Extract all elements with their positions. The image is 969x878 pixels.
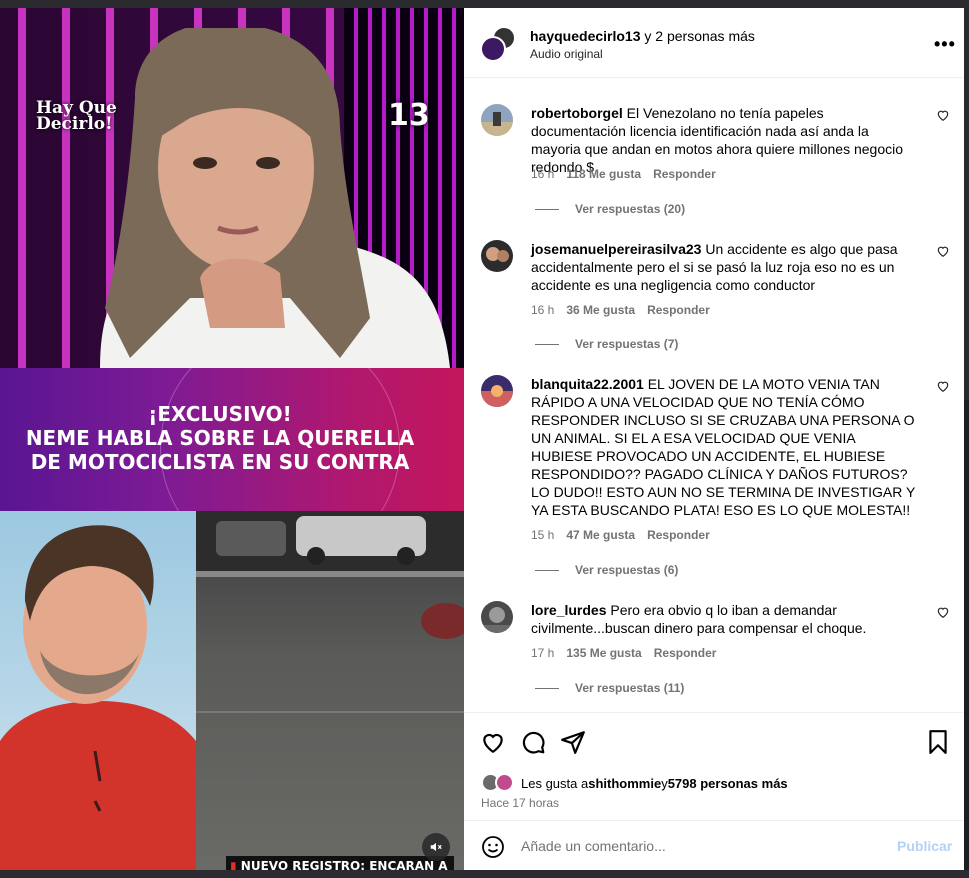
likes-summary: Les gusta a shithommie y 5798 personas m… [481, 773, 788, 793]
comment-time[interactable]: 17 h [531, 646, 554, 660]
view-replies-button[interactable]: Ver respuestas (6) [535, 563, 678, 577]
smiley-icon[interactable] [481, 835, 505, 859]
avatar[interactable] [481, 601, 513, 633]
view-replies-button[interactable]: Ver respuestas (7) [535, 337, 678, 351]
author-suffix[interactable]: y 2 personas más [641, 28, 755, 44]
author-username[interactable]: hayquedecirlo13 [530, 28, 641, 44]
likes-count[interactable]: 5798 personas más [668, 776, 788, 791]
reply-button[interactable]: Responder [647, 303, 710, 317]
comment-meta: 15 h 47 Me gusta Responder [531, 528, 722, 542]
replies-divider [535, 208, 559, 210]
heart-icon[interactable] [936, 379, 950, 393]
post-authors: hayquedecirlo13 y 2 personas más [530, 28, 755, 44]
author-avatars[interactable] [480, 26, 516, 62]
exclusive-banner: ¡EXCLUSIVO! NEME HABLA SOBRE LA QUERELLA… [0, 368, 464, 512]
heart-icon[interactable] [480, 729, 506, 755]
avatar [495, 773, 514, 792]
comment-likes[interactable]: 47 Me gusta [566, 528, 635, 542]
record-icon: ▮ [230, 859, 241, 870]
view-replies-label: Ver respuestas (20) [575, 202, 686, 216]
view-replies-label: Ver respuestas (11) [575, 681, 685, 695]
heart-icon[interactable] [936, 605, 950, 619]
comment-time[interactable]: 16 h [531, 167, 554, 181]
comment-meta: 17 h 135 Me gusta Responder [531, 646, 728, 660]
more-options-icon[interactable]: ••• [934, 34, 956, 55]
instagram-post-modal: Hay Que Decirlo! 13 ¡EXCLUSIVO! NEME HAB… [0, 0, 969, 878]
banner-line-3: DE MOTOCICLISTA EN SU CONTRA [30, 450, 410, 474]
banner-line-2: NEME HABLA SOBRE LA QUERELLA [25, 426, 415, 450]
view-replies-button[interactable]: Ver respuestas (20) [535, 202, 685, 216]
publish-button[interactable]: Publicar [897, 838, 952, 854]
comment-text: robertoborgel El Venezolano no tenía pap… [531, 104, 919, 176]
post-details-panel: hayquedecirlo13 y 2 personas más Audio o… [464, 8, 964, 870]
comment-username[interactable]: robertoborgel [531, 105, 623, 121]
comment-input[interactable] [521, 834, 881, 858]
avatar [480, 36, 506, 62]
comment-likes[interactable]: 135 Me gusta [566, 646, 641, 660]
replies-divider [535, 687, 559, 689]
send-icon[interactable] [560, 729, 586, 755]
replies-divider [535, 343, 559, 345]
show-logo: Hay Que Decirlo! [36, 98, 117, 134]
comment-text: josemanuelpereirasilva23 Un accidente es… [531, 240, 919, 294]
comment-time[interactable]: 15 h [531, 528, 554, 542]
comment-likes[interactable]: 36 Me gusta [566, 303, 635, 317]
post-time[interactable]: Hace 17 horas [481, 796, 559, 810]
comment-text: blanquita22.2001 EL JOVEN DE LA MOTO VEN… [531, 375, 919, 519]
street-video: ▮ NUEVO REGISTRO: ENCARAN A [196, 511, 464, 870]
view-replies-label: Ver respuestas (7) [575, 337, 679, 351]
post-actions: Les gusta a shithommie y 5798 personas m… [464, 712, 964, 820]
avatar[interactable] [481, 240, 513, 272]
comment-content: EL JOVEN DE LA MOTO VENIA TAN RÁPIDO A U… [531, 376, 916, 518]
studio-frame: Hay Que Decirlo! 13 [0, 8, 464, 368]
view-replies-button[interactable]: Ver respuestas (11) [535, 681, 684, 695]
comment-composer: Publicar [464, 820, 964, 870]
video-caption: ▮ NUEVO REGISTRO: ENCARAN A [226, 856, 454, 870]
post-header: hayquedecirlo13 y 2 personas más Audio o… [464, 8, 964, 78]
replies-divider [535, 569, 559, 571]
audio-label[interactable]: Audio original [530, 47, 603, 61]
comment-username[interactable]: josemanuelpereirasilva23 [531, 241, 701, 257]
avatar[interactable] [481, 104, 513, 136]
comments-list[interactable]: robertoborgel El Venezolano no tenía pap… [464, 78, 964, 712]
comment-meta: 16 h 36 Me gusta Responder [531, 303, 722, 317]
liker-username[interactable]: shithommie [588, 776, 661, 791]
reply-button[interactable]: Responder [653, 167, 716, 181]
mute-button[interactable] [422, 833, 450, 861]
view-replies-label: Ver respuestas (6) [575, 563, 679, 577]
channel-logo: 13 [388, 98, 430, 133]
comment-icon[interactable] [520, 729, 546, 755]
background-feed-bottom [0, 870, 969, 878]
banner-line-1: ¡EXCLUSIVO! [148, 402, 292, 426]
heart-icon[interactable] [936, 244, 950, 258]
comment-time[interactable]: 16 h [531, 303, 554, 317]
comment-likes[interactable]: 118 Me gusta [566, 167, 641, 181]
guest-image [0, 511, 196, 870]
presenter-image [100, 28, 450, 368]
banner-headline: ¡EXCLUSIVO! NEME HABLA SOBRE LA QUERELLA… [0, 402, 440, 474]
reply-button[interactable]: Responder [654, 646, 717, 660]
heart-icon[interactable] [936, 108, 950, 122]
comment-text: lore_lurdes Pero era obvio q lo iban a d… [531, 601, 919, 637]
comment-username[interactable]: lore_lurdes [531, 602, 606, 618]
liker-avatars [481, 773, 521, 793]
video-caption-text: NUEVO REGISTRO: ENCARAN A [240, 859, 448, 870]
comment-username[interactable]: blanquita22.2001 [531, 376, 644, 392]
comment-meta: 16 h 118 Me gusta Responder [531, 167, 728, 181]
avatar[interactable] [481, 375, 513, 407]
likes-prefix: Les gusta a [521, 775, 589, 791]
post-media[interactable]: Hay Que Decirlo! 13 ¡EXCLUSIVO! NEME HAB… [0, 8, 464, 870]
speaker-muted-icon [430, 842, 442, 852]
bookmark-icon[interactable] [925, 729, 951, 755]
reply-button[interactable]: Responder [647, 528, 710, 542]
